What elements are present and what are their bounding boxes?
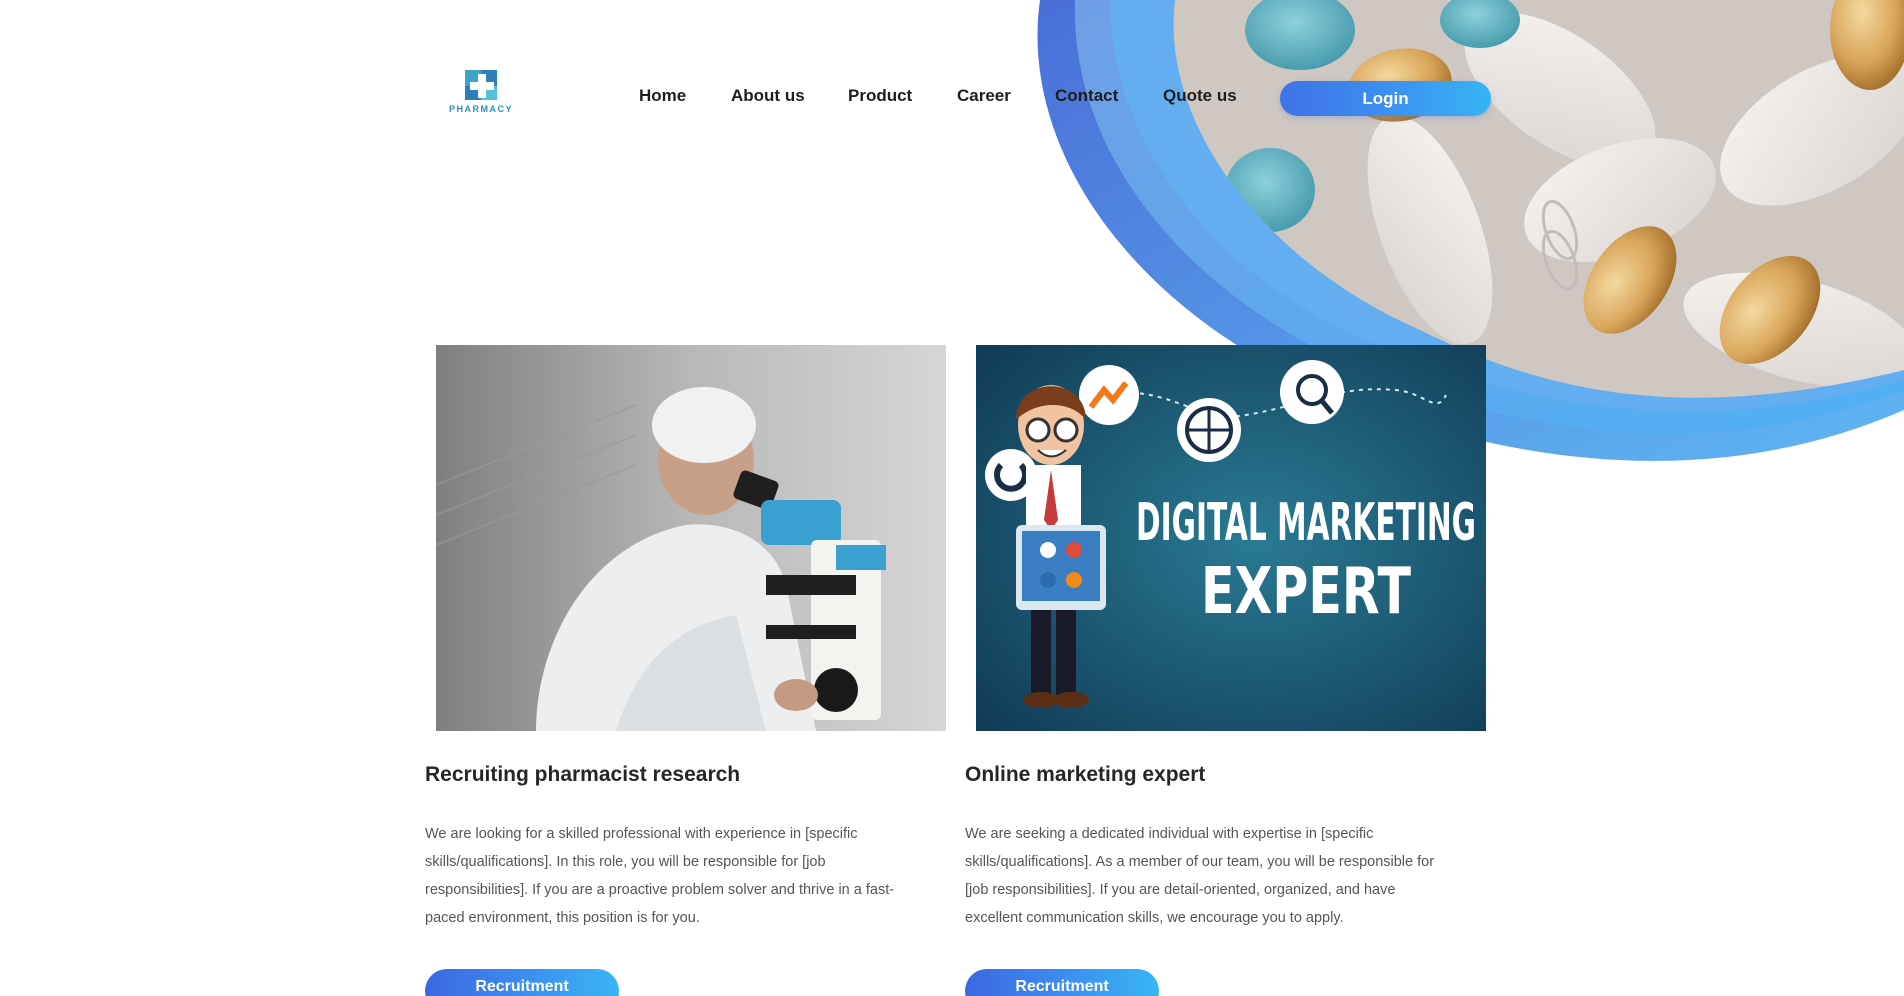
recruitment-button[interactable]: Recruitment bbox=[965, 969, 1159, 996]
job-title: Online marketing expert bbox=[965, 763, 1206, 786]
login-button[interactable]: Login bbox=[1280, 81, 1491, 116]
pharmacy-logo[interactable]: PHARMACY bbox=[448, 68, 514, 124]
nav-career[interactable]: Career bbox=[957, 86, 1011, 106]
marketing-headline-line2: EXPERT bbox=[1201, 555, 1411, 629]
nav-product[interactable]: Product bbox=[848, 86, 912, 106]
cross-logo-icon bbox=[465, 70, 497, 100]
nav-about-us[interactable]: About us bbox=[731, 86, 805, 106]
job-title: Recruiting pharmacist research bbox=[425, 763, 741, 786]
scientist-microscope-image bbox=[436, 345, 946, 731]
logo-text: PHARMACY bbox=[448, 104, 513, 114]
job-description: We are looking for a skilled professiona… bbox=[425, 826, 895, 926]
nav-home[interactable]: Home bbox=[639, 86, 686, 106]
digital-marketing-image: DIGITAL MARKETING EXPERT bbox=[976, 345, 1486, 731]
recruitment-button[interactable]: Recruitment bbox=[425, 969, 619, 996]
marketing-headline-line1: DIGITAL MARKETING bbox=[1136, 493, 1476, 553]
nav-quote-us[interactable]: Quote us bbox=[1163, 86, 1237, 106]
job-description: We are seeking a dedicated individual wi… bbox=[965, 826, 1435, 926]
nav-contact[interactable]: Contact bbox=[1055, 86, 1118, 106]
